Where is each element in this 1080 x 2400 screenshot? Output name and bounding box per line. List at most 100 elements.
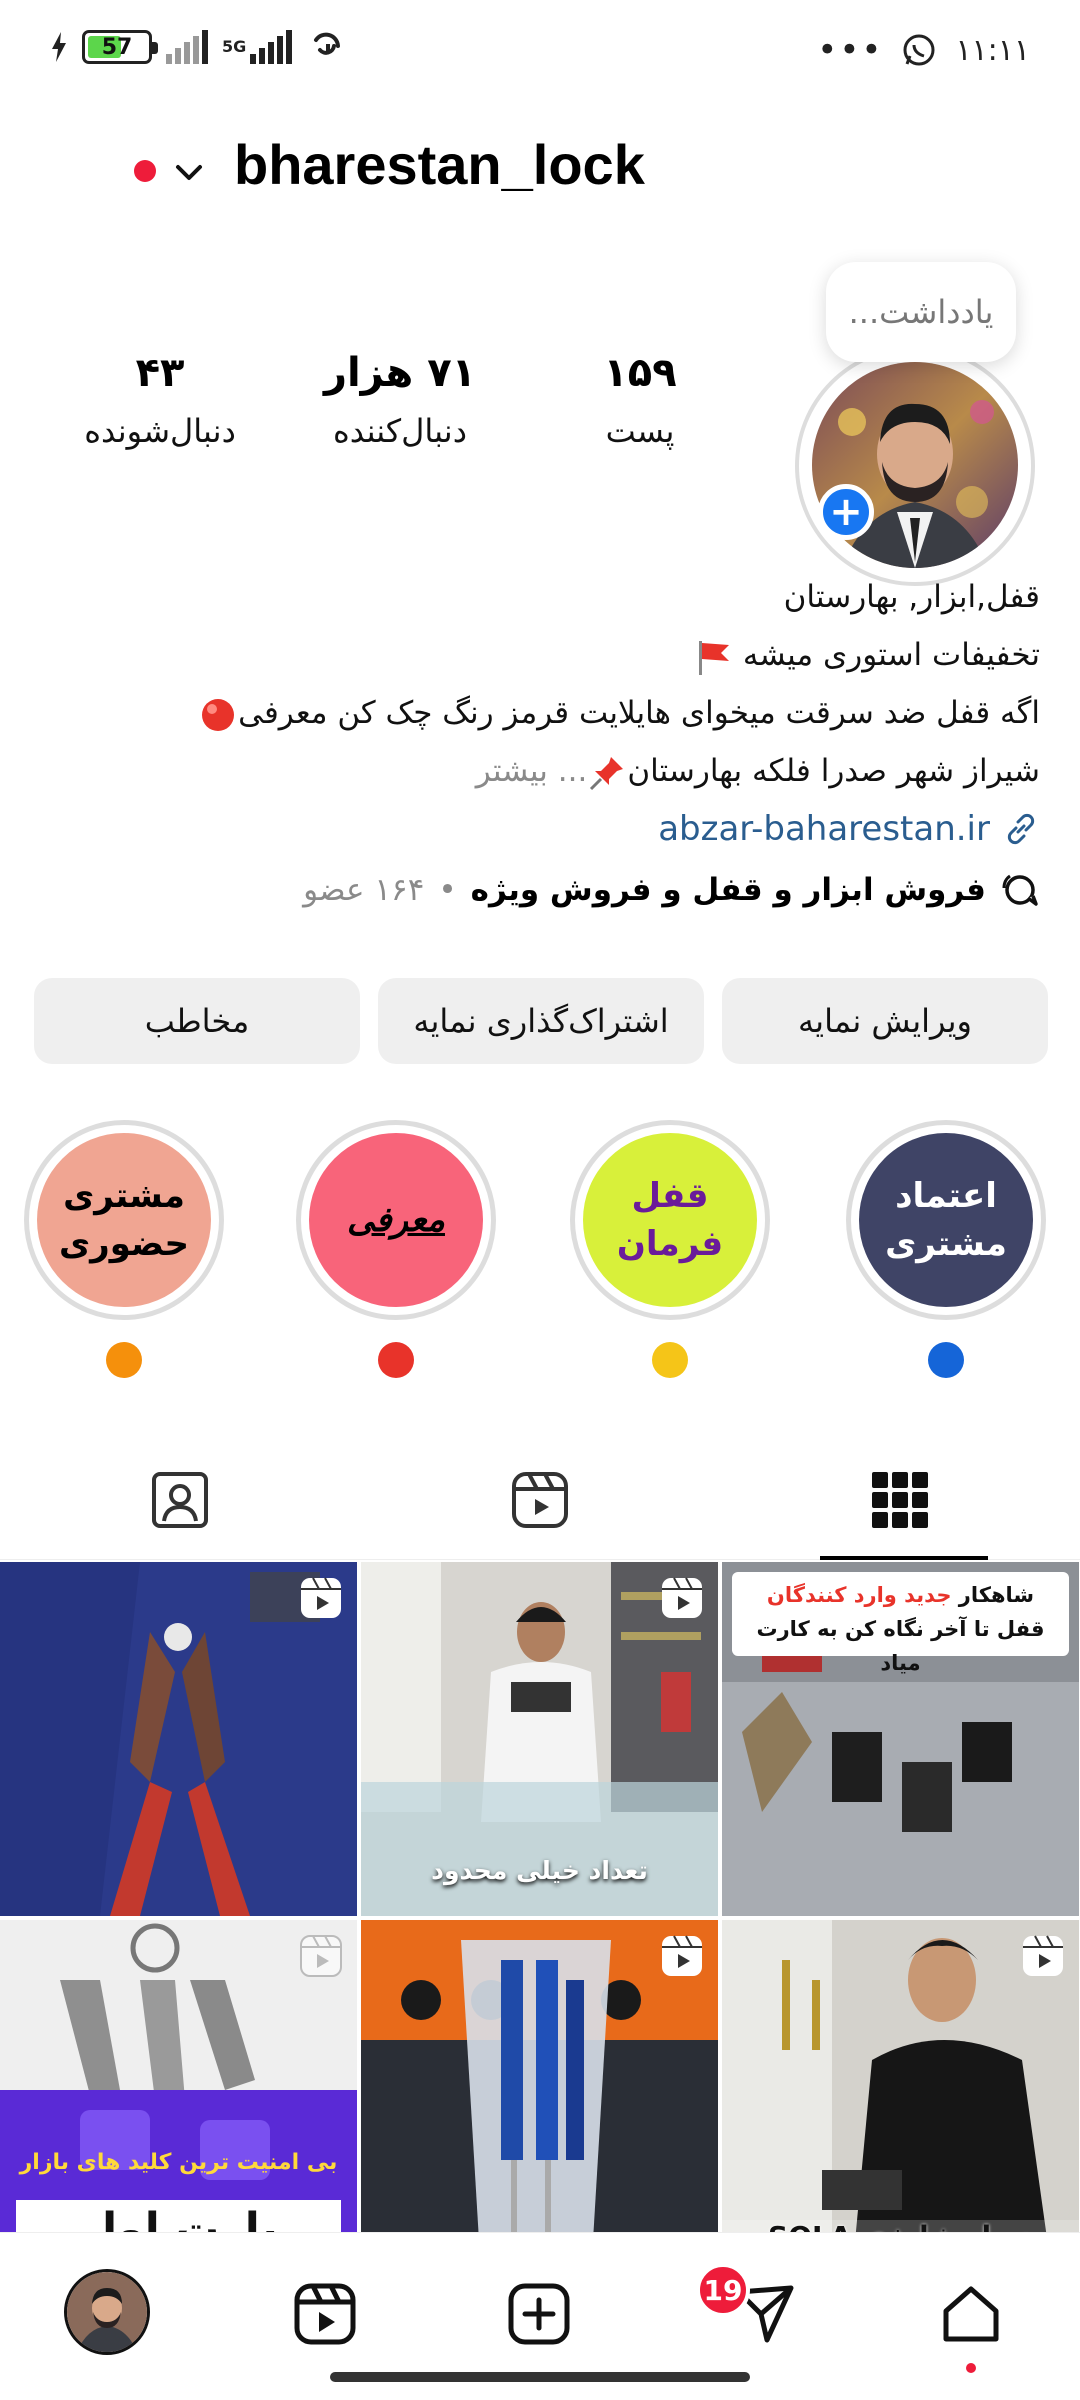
bio-line-4-text: شیراز شهر صدرا فلکه بهارستان <box>627 753 1040 789</box>
tab-posts-grid[interactable] <box>720 1440 1080 1560</box>
content-tabs <box>0 1440 1080 1560</box>
broadcast-channel[interactable]: فروش ابزار و قفل و فروش ویژه • ۱۶۴ عضو <box>303 870 1040 910</box>
posts-label: پست <box>605 412 675 450</box>
post-thumbnail[interactable] <box>361 1920 718 2232</box>
add-story-button[interactable]: + <box>818 484 874 540</box>
red-circle-icon <box>378 1342 414 1378</box>
edit-profile-button[interactable]: ویرایش نمایه <box>722 978 1048 1064</box>
bio-line-3: اگه قفل ضد سرقت میخوای هایلایت قرمز رنگ … <box>40 684 1040 742</box>
post-caption: بی امنیت ترین کلید های بازار <box>19 2150 338 2175</box>
yellow-circle-icon <box>652 1342 688 1378</box>
account-username[interactable]: bharestan_lock <box>234 132 645 197</box>
network-label: 5G <box>222 37 247 56</box>
status-left: 57 5G <box>50 30 350 64</box>
highlight-in-person-customer[interactable]: مشتری حضوری <box>24 1120 224 1378</box>
stat-posts[interactable]: ۱۵۹ پست <box>520 350 760 480</box>
reels-icon <box>662 1577 702 1618</box>
battery-cap <box>152 42 158 54</box>
post-caption-part: پارت اول <box>79 2204 278 2232</box>
nav-home[interactable] <box>926 2269 1016 2359</box>
highlight-introduction[interactable]: معرفی <box>296 1120 496 1378</box>
following-count: ۴۳ <box>135 350 185 396</box>
network-5g: 5G <box>222 30 293 64</box>
reels-icon <box>300 1935 342 1977</box>
highlight-ring: قفل فرمان <box>570 1120 770 1320</box>
highlight-steering-lock[interactable]: قفل فرمان <box>570 1120 770 1378</box>
pushpin-icon <box>590 756 624 790</box>
battery-indicator: 57 <box>82 30 158 64</box>
post-thumbnail[interactable]: دریل شارژی SOLA <box>722 1920 1079 2232</box>
note-bubble[interactable]: یادداشت... <box>826 262 1016 362</box>
posts-count: ۱۵۹ <box>603 350 677 396</box>
active-tab-indicator <box>820 1556 988 1560</box>
share-profile-button[interactable]: اشتراک‌گذاری نمایه <box>378 978 704 1064</box>
nav-profile[interactable] <box>64 2269 150 2355</box>
highlight-ring: مشتری حضوری <box>24 1120 224 1320</box>
notification-dot <box>134 160 156 182</box>
channel-name: فروش ابزار و قفل و فروش ویژه <box>470 872 986 908</box>
home-notification-dot <box>966 2363 976 2373</box>
following-label: دنبال‌شونده <box>84 412 236 450</box>
highlight-ring: معرفی <box>296 1120 496 1320</box>
tab-reels[interactable] <box>360 1440 720 1560</box>
more-status-icon: ••• <box>817 30 884 70</box>
caption-highlight: جدید وارد کنندگان <box>766 1583 952 1607</box>
bottom-navigation: 19 <box>0 2232 1080 2400</box>
bio-link-row: abzar-baharestan.ir <box>40 800 1040 859</box>
post-thumbnail[interactable]: تعداد خیلی محدود <box>361 1562 718 1916</box>
highlight-customer-trust[interactable]: اعتماد مشتری <box>846 1120 1046 1378</box>
bio-line-2-text: تخفیفات استوری میشه <box>742 637 1040 673</box>
highlight-cover: قفل فرمان <box>583 1133 757 1307</box>
hotspot-icon <box>314 32 341 55</box>
blue-circle-icon <box>928 1342 964 1378</box>
stat-followers[interactable]: ۷۱ هزار دنبال‌کننده <box>280 350 520 480</box>
highlight-cover: اعتماد مشتری <box>859 1133 1033 1307</box>
post-thumbnail[interactable] <box>0 1562 357 1916</box>
tagged-icon <box>152 1472 208 1528</box>
followers-count: ۷۱ هزار <box>323 350 477 396</box>
clock: ۱۱:۱۱ <box>955 32 1030 68</box>
reels-icon <box>512 1472 568 1528</box>
stat-following[interactable]: ۴۳ دنبال‌شونده <box>40 350 280 480</box>
nav-reels[interactable] <box>280 2269 370 2359</box>
tab-tagged[interactable] <box>0 1440 360 1560</box>
highlight-ring: اعتماد مشتری <box>846 1120 1046 1320</box>
separator-dot: • <box>438 872 457 908</box>
bio-line-2: تخفیفات استوری میشه <box>40 626 1040 684</box>
orange-circle-icon <box>106 1342 142 1378</box>
profile-stats: ۱۵۹ پست ۷۱ هزار دنبال‌کننده ۴۳ دنبال‌شون… <box>40 350 760 480</box>
post-thumbnail[interactable]: بی امنیت ترین کلید های بازار پارت اول <box>0 1920 357 2232</box>
signal-5g-icon <box>250 30 293 64</box>
battery-level: 57 <box>101 34 133 60</box>
direct-unread-badge: 19 <box>696 2263 750 2317</box>
posts-grid: تعداد خیلی محدود شاهکار جدید وارد کنندگا… <box>0 1562 1080 2232</box>
signal-icon <box>166 30 208 64</box>
bio-more-link[interactable]: ... بیشتر <box>476 753 588 789</box>
reels-icon <box>294 2283 356 2345</box>
channel-members: ۱۶۴ عضو <box>303 872 425 908</box>
chevron-down-icon[interactable] <box>172 156 206 190</box>
whatsapp-icon <box>903 34 935 66</box>
charging-icon <box>52 32 66 62</box>
grid-icon <box>872 1472 928 1528</box>
profile-header: bharestan_lock <box>0 120 1080 220</box>
status-bar: 57 5G ••• ۱۱:۱۱ <box>0 0 1080 100</box>
post-thumbnail[interactable]: شاهکار جدید وارد کنندگان قفل تا آخر نگاه… <box>722 1562 1079 1916</box>
profile-avatar-icon <box>67 2272 147 2352</box>
contact-button[interactable]: مخاطب <box>34 978 360 1064</box>
bio-line-4: شیراز شهر صدرا فلکه بهارستان ... بیشتر <box>40 742 1040 800</box>
gesture-bar <box>330 2372 750 2382</box>
profile-bio: قفل,ابزار, بهارستان تخفیفات استوری میشه … <box>40 568 1040 859</box>
website-link[interactable]: abzar-baharestan.ir <box>658 800 1040 858</box>
followers-label: دنبال‌کننده <box>333 412 467 450</box>
status-right: ••• ۱۱:۱۱ <box>817 30 1030 70</box>
reels-icon <box>301 1577 341 1618</box>
nav-create[interactable] <box>494 2269 584 2359</box>
highlight-cover: مشتری حضوری <box>37 1133 211 1307</box>
website-url: abzar-baharestan.ir <box>658 809 990 849</box>
highlight-cover: معرفی <box>309 1133 483 1307</box>
post-caption-box: شاهکار جدید وارد کنندگان قفل تا آخر نگاه… <box>732 1572 1069 1675</box>
red-flag-icon <box>699 640 730 675</box>
post-caption: تعداد خیلی محدود <box>431 1856 648 1885</box>
bio-name: قفل,ابزار, بهارستان <box>783 579 1040 615</box>
